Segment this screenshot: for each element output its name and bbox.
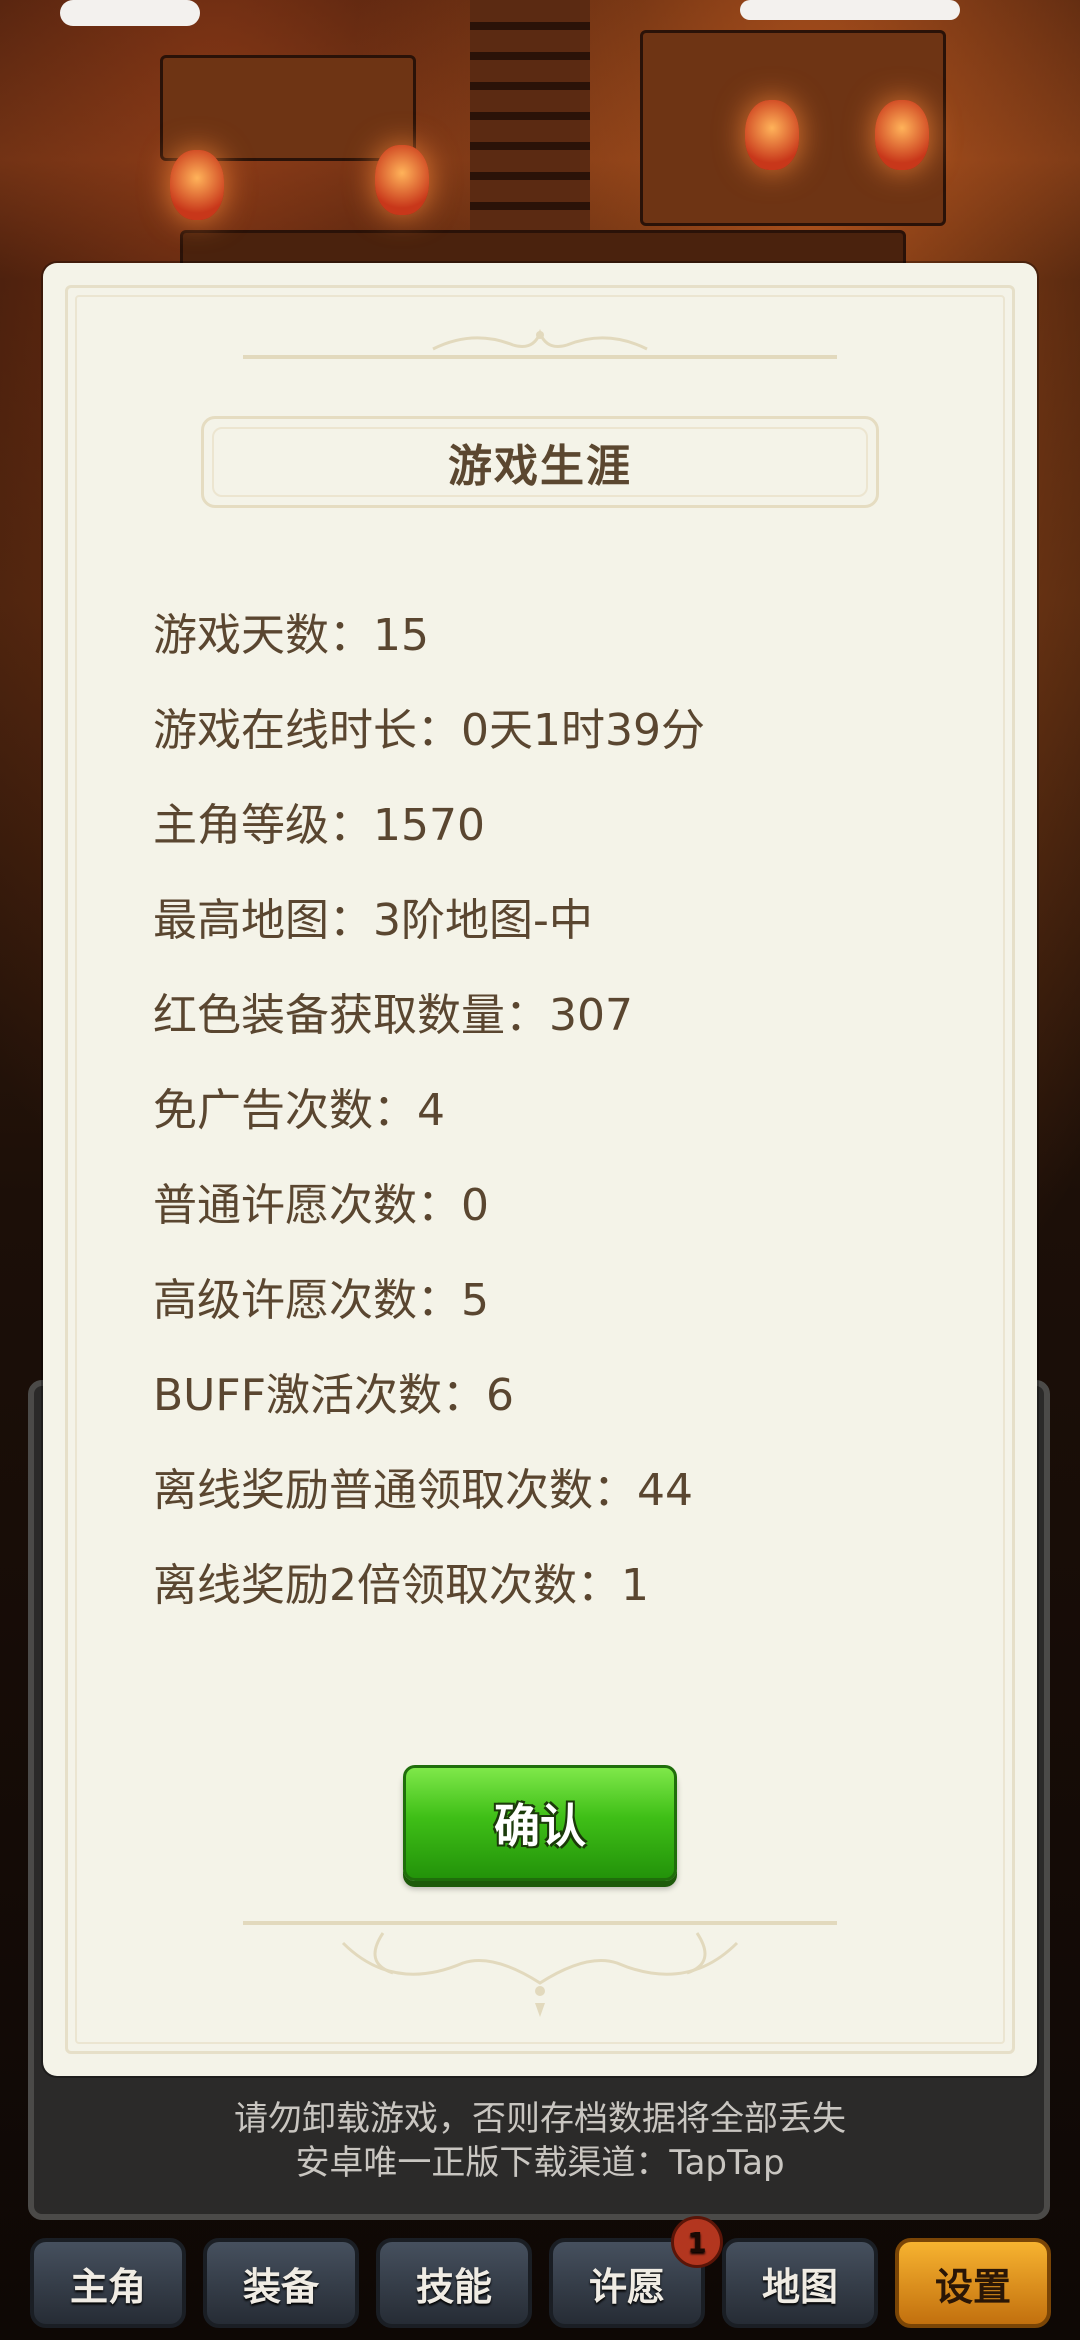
- snow-decoration: [740, 0, 960, 20]
- stat-red-equipment-count: 红色装备获取数量：307: [153, 990, 633, 1041]
- tab-map[interactable]: 地图: [722, 2238, 878, 2328]
- stat-ad-free-count: 免广告次数：4: [153, 1085, 445, 1136]
- uninstall-warning-text: 请勿卸载游戏，否则存档数据将全部丢失: [234, 2099, 846, 2139]
- dialog-title: 游戏生涯: [448, 441, 632, 492]
- stat-offline-reward-double-count: 离线奖励2倍领取次数：1: [153, 1560, 649, 1611]
- stat-normal-wish-count: 普通许愿次数：0: [153, 1180, 489, 1231]
- tab-wish[interactable]: 许愿 1: [549, 2216, 723, 2328]
- stat-offline-reward-normal-count: 离线奖励普通领取次数：44: [153, 1465, 693, 1516]
- confirm-button-label: 确认: [494, 1799, 586, 1853]
- title-frame: 游戏生涯: [201, 416, 879, 508]
- download-channel-text: 安卓唯一正版下载渠道：TapTap: [295, 2143, 785, 2183]
- tab-skills[interactable]: 技能: [376, 2238, 532, 2328]
- tab-settings[interactable]: 设置: [895, 2238, 1051, 2328]
- bottom-ornament-icon: [243, 1921, 837, 2017]
- snow-decoration: [60, 0, 200, 26]
- lantern-decoration: [170, 150, 224, 220]
- stat-buff-activation-count: BUFF激活次数：6: [153, 1370, 515, 1421]
- tab-hero[interactable]: 主角: [30, 2238, 186, 2328]
- stat-play-days: 游戏天数：15: [153, 610, 429, 661]
- top-ornament-icon: [243, 328, 837, 359]
- career-stats-dialog: 游戏生涯 游戏天数：15 游戏在线时长：0天1时39分 主角等级：1570 最高…: [43, 263, 1037, 2076]
- tab-label: 主角: [69, 2264, 146, 2309]
- notification-badge: 1: [671, 2216, 723, 2268]
- lantern-decoration: [745, 100, 799, 170]
- stat-advanced-wish-count: 高级许愿次数：5: [153, 1275, 489, 1326]
- stat-hero-level: 主角等级：1570: [153, 800, 485, 851]
- tab-label: 技能: [415, 2264, 492, 2309]
- lantern-decoration: [875, 100, 929, 170]
- lantern-decoration: [375, 145, 429, 215]
- stats-list: 游戏天数：15 游戏在线时长：0天1时39分 主角等级：1570 最高地图：3阶…: [153, 588, 953, 1633]
- background-shelf-left: [160, 55, 416, 161]
- bottom-tab-bar: 主角 装备 技能 许愿 1 地图 设置: [0, 2216, 1080, 2340]
- tab-label: 设置: [934, 2264, 1011, 2309]
- tab-label: 装备: [242, 2264, 319, 2309]
- tab-label: 地图: [761, 2264, 838, 2309]
- tab-label: 许愿: [588, 2264, 665, 2309]
- background-stairs: [470, 0, 590, 230]
- stat-highest-map: 最高地图：3阶地图-中: [153, 895, 593, 946]
- tab-equipment[interactable]: 装备: [203, 2238, 359, 2328]
- confirm-button[interactable]: 确认: [403, 1765, 677, 1881]
- stat-online-time: 游戏在线时长：0天1时39分: [153, 705, 705, 756]
